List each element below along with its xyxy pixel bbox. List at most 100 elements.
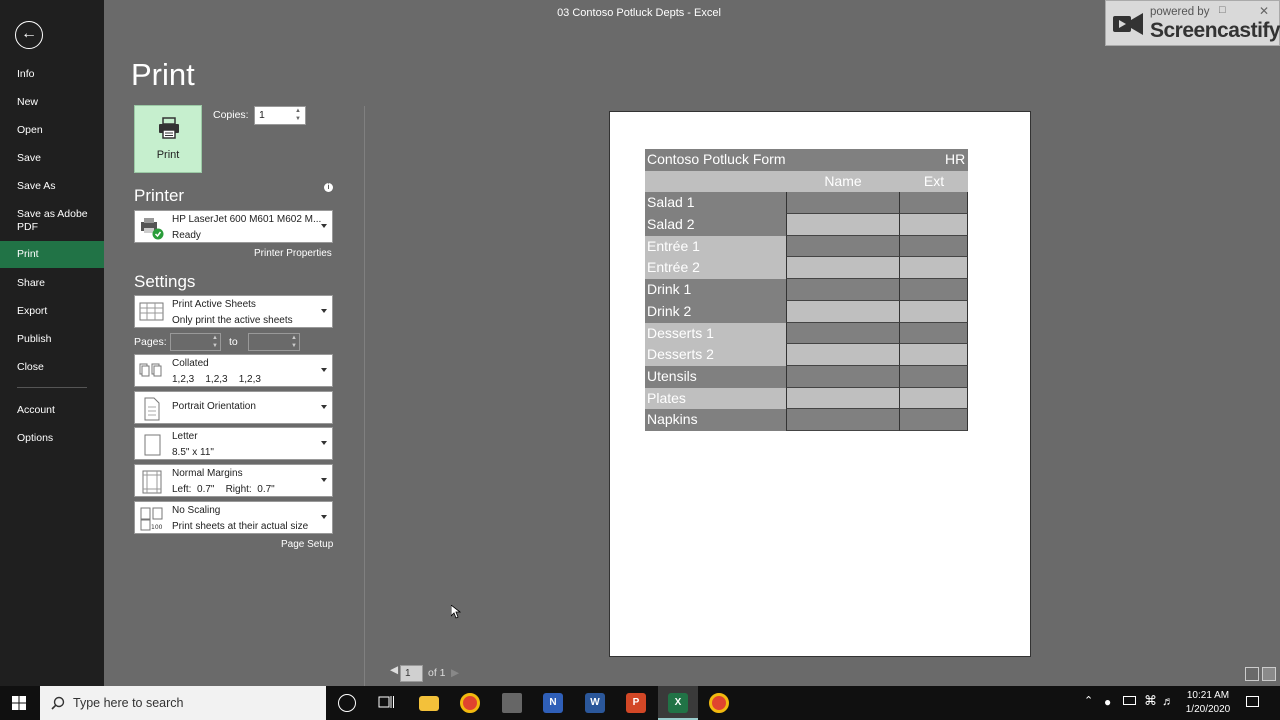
margins-icon xyxy=(142,470,162,494)
wifi-icon[interactable]: ⌘ xyxy=(1144,693,1157,709)
table-row: Contoso Potluck Form HR xyxy=(645,149,968,171)
calculator-icon[interactable] xyxy=(502,693,522,713)
item-label: Desserts 1 xyxy=(645,322,786,345)
nav-item-save-as[interactable]: Save As xyxy=(0,180,104,193)
chrome-icon[interactable] xyxy=(709,693,729,713)
ext-cell xyxy=(900,365,968,388)
table-row: Desserts 1 xyxy=(645,322,968,345)
settings-heading: Settings xyxy=(134,272,196,291)
windows-taskbar: Type here to search N W P X ⌃ ● ⌘ ♬ 10:2… xyxy=(0,686,1280,720)
notifications-icon[interactable] xyxy=(1246,696,1259,707)
nav-item-publish[interactable]: Publish xyxy=(0,333,104,346)
copies-input[interactable]: 1 ▲ ▼ xyxy=(254,106,306,125)
ext-cell xyxy=(900,300,968,323)
nav-item-options[interactable]: Options xyxy=(0,432,104,445)
pages-to-down-icon[interactable]: ▼ xyxy=(291,343,297,350)
ext-cell xyxy=(900,235,968,258)
excel-icon[interactable]: X xyxy=(668,693,688,713)
print-what-desc: Only print the active sheets xyxy=(172,315,293,326)
table-row: Utensils xyxy=(645,365,968,388)
watermark-minimize-icon[interactable]: □ xyxy=(1219,4,1226,16)
ext-cell xyxy=(900,257,968,280)
windows-start-icon[interactable] xyxy=(12,696,26,710)
battery-icon[interactable] xyxy=(1123,696,1136,705)
table-row: Desserts 2 xyxy=(645,344,968,366)
watermark-close-icon[interactable]: ✕ xyxy=(1259,4,1269,18)
ext-column-header: Ext xyxy=(923,172,945,189)
chevron-up-icon[interactable]: ⌃ xyxy=(1084,694,1093,707)
powerpoint-icon[interactable]: P xyxy=(626,693,646,713)
copies-up-icon[interactable]: ▲ xyxy=(295,108,303,115)
pages-to-up-icon[interactable]: ▲ xyxy=(291,335,297,342)
screencastify-brand: Screencastify xyxy=(1150,19,1280,42)
print-what-title: Print Active Sheets xyxy=(172,299,256,310)
margins-desc: Left: 0.7" Right: 0.7" xyxy=(172,484,275,495)
table-row: Entrée 1 xyxy=(645,235,968,258)
printer-dropdown[interactable]: HP LaserJet 600 M601 M602 M... Ready xyxy=(134,210,333,243)
scaling-title: No Scaling xyxy=(172,505,221,516)
nav-item-open[interactable]: Open xyxy=(0,124,104,137)
nav-item-share[interactable]: Share xyxy=(0,277,104,290)
cortana-icon[interactable] xyxy=(338,694,356,712)
file-explorer-icon[interactable] xyxy=(419,696,439,711)
name-cell xyxy=(786,344,900,366)
back-arrow-icon[interactable]: ← xyxy=(15,21,43,49)
microphone-icon[interactable]: ● xyxy=(1104,695,1111,709)
page-setup-link[interactable]: Page Setup xyxy=(281,539,333,550)
pages-from-down-icon[interactable]: ▼ xyxy=(212,343,218,350)
item-label: Entrée 2 xyxy=(645,257,786,280)
collation-dropdown[interactable]: Collated 1,2,3 1,2,3 1,2,3 xyxy=(134,354,333,387)
orientation-dropdown[interactable]: Portrait Orientation xyxy=(134,391,333,424)
print-button-label: Print xyxy=(156,149,180,161)
name-cell xyxy=(786,409,900,431)
nav-item-new[interactable]: New xyxy=(0,96,104,109)
chevron-down-icon xyxy=(321,308,327,313)
next-page-icon[interactable]: ▶ xyxy=(451,667,459,679)
pages-to-input[interactable]: ▲ ▼ xyxy=(248,333,300,351)
table-row: Salad 2 xyxy=(645,214,968,236)
item-label: Salad 2 xyxy=(645,214,786,236)
pages-from-input[interactable]: ▲ ▼ xyxy=(170,333,221,351)
page-number-input[interactable]: 1 xyxy=(400,665,423,682)
taskbar-clock[interactable]: 10:21 AM 1/20/2020 xyxy=(1180,689,1236,717)
item-label: Plates xyxy=(645,387,786,410)
copies-down-icon[interactable]: ▼ xyxy=(295,116,303,123)
word-icon[interactable]: W xyxy=(585,693,605,713)
task-view-icon[interactable] xyxy=(378,695,395,710)
info-icon[interactable]: i xyxy=(324,183,333,192)
zoom-to-page-icon[interactable] xyxy=(1262,667,1276,681)
chevron-down-icon xyxy=(321,514,327,519)
ext-cell xyxy=(900,387,968,410)
print-what-dropdown[interactable]: Print Active Sheets Only print the activ… xyxy=(134,295,333,328)
name-cell xyxy=(786,279,900,301)
taskbar-search-box[interactable]: Type here to search xyxy=(40,686,326,720)
table-row: Napkins xyxy=(645,409,968,431)
ext-cell xyxy=(900,409,968,431)
nav-item-save[interactable]: Save xyxy=(0,152,104,165)
show-margins-icon[interactable] xyxy=(1245,667,1259,681)
visio-icon[interactable]: N xyxy=(543,693,563,713)
backstage-nav: ← Info New Open Save Save As Save as Ado… xyxy=(0,0,104,686)
name-cell xyxy=(786,387,900,410)
nav-item-save-as-adobe-pdf[interactable]: Save as Adobe PDF xyxy=(0,208,100,234)
form-title: Contoso Potluck Form xyxy=(647,151,786,167)
collation-desc: 1,2,3 1,2,3 1,2,3 xyxy=(172,374,261,385)
nav-item-close[interactable]: Close xyxy=(0,361,104,374)
prev-page-icon[interactable]: ◀ xyxy=(390,664,398,676)
chrome-icon[interactable] xyxy=(460,693,480,713)
scaling-dropdown[interactable]: 100 No Scaling Print sheets at their act… xyxy=(134,501,333,534)
page-count: of 1 xyxy=(428,667,446,679)
nav-item-info[interactable]: Info xyxy=(0,68,104,81)
paper-size-dropdown[interactable]: Letter 8.5" x 11" xyxy=(134,427,333,460)
volume-icon[interactable]: ♬ xyxy=(1162,694,1174,708)
margins-dropdown[interactable]: Normal Margins Left: 0.7" Right: 0.7" xyxy=(134,464,333,497)
dept-label: HR xyxy=(945,151,966,167)
nav-item-export[interactable]: Export xyxy=(0,305,104,318)
nav-item-print[interactable]: Print xyxy=(0,241,104,268)
item-label: Entrée 1 xyxy=(645,235,786,258)
search-icon xyxy=(51,696,65,710)
pages-from-up-icon[interactable]: ▲ xyxy=(212,335,218,342)
printer-properties-link[interactable]: Printer Properties xyxy=(254,248,332,259)
print-button[interactable]: Print xyxy=(134,105,202,173)
nav-item-account[interactable]: Account xyxy=(0,404,104,417)
